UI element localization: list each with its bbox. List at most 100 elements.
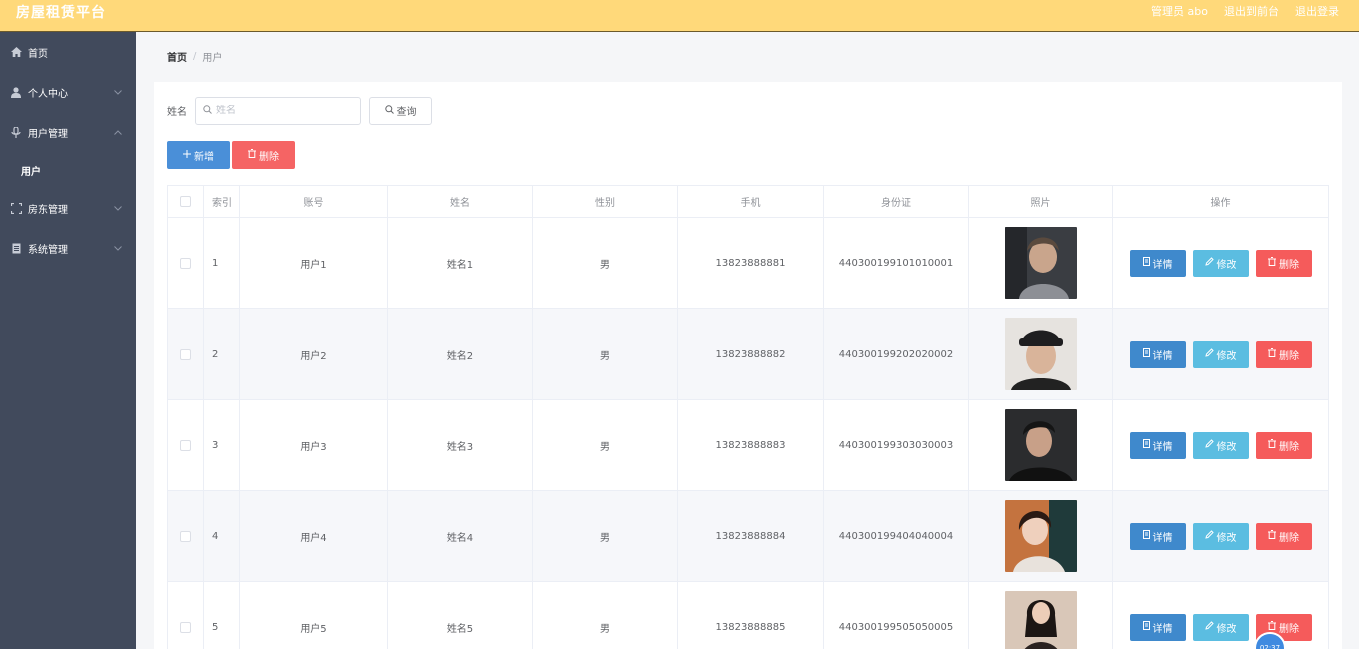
user-photo[interactable] xyxy=(1004,591,1077,649)
action-row: 新增 删除 xyxy=(167,141,295,169)
pencil-icon xyxy=(1204,621,1214,633)
search-icon xyxy=(203,104,212,117)
cell-account: 用户5 xyxy=(240,582,388,649)
document-icon xyxy=(1142,621,1150,633)
cell-sex: 男 xyxy=(533,309,678,399)
sidebar-item-home[interactable]: 首页 xyxy=(0,32,136,72)
edit-button[interactable]: 修改 xyxy=(1192,249,1249,277)
sidebar: 首页 个人中心 用户管理 用户 房东管理 系统管理 xyxy=(0,32,136,649)
edit-button[interactable]: 修改 xyxy=(1192,613,1249,641)
row-checkbox[interactable] xyxy=(180,257,191,269)
cell-account: 用户3 xyxy=(240,400,388,490)
row-checkbox[interactable] xyxy=(180,621,191,633)
cell-idcard: 440300199404040004 xyxy=(824,491,969,581)
detail-button[interactable]: 详情 xyxy=(1129,249,1186,277)
column-header-name: 姓名 xyxy=(388,186,533,217)
detail-button-label: 详情 xyxy=(1152,259,1173,271)
cell-name: 姓名4 xyxy=(388,491,533,581)
detail-button[interactable]: 详情 xyxy=(1129,613,1186,641)
batch-delete-button-label: 删除 xyxy=(259,151,279,163)
search-label: 姓名 xyxy=(167,107,187,118)
breadcrumb: 首页 / 用户 xyxy=(154,40,1359,72)
cell-name: 姓名5 xyxy=(388,582,533,649)
mic-icon xyxy=(10,126,22,138)
sidebar-item-label: 系统管理 xyxy=(28,244,68,256)
table-row: 3 用户3 姓名3 男 13823888883 4403001993030300… xyxy=(168,400,1328,491)
breadcrumb-home[interactable]: 首页 xyxy=(167,49,187,64)
detail-button-label: 详情 xyxy=(1152,623,1173,635)
user-photo[interactable] xyxy=(1004,227,1077,299)
cell-phone: 13823888885 xyxy=(678,582,824,649)
sidebar-item-personal-center[interactable]: 个人中心 xyxy=(0,72,136,112)
cell-index: 4 xyxy=(204,491,240,581)
add-button[interactable]: 新增 xyxy=(167,141,230,169)
table-row: 1 用户1 姓名1 男 13823888881 4403001991010100… xyxy=(168,218,1328,309)
query-button[interactable]: 查询 xyxy=(369,96,432,125)
trash-icon xyxy=(1268,439,1276,451)
edit-button[interactable]: 修改 xyxy=(1192,431,1249,459)
chevron-down-icon xyxy=(114,203,122,214)
table-row: 5 用户5 姓名5 男 13823888885 4403001995050500… xyxy=(168,582,1328,649)
cell-idcard: 440300199303030003 xyxy=(824,400,969,490)
search-field[interactable] xyxy=(195,96,361,125)
document-icon xyxy=(1142,257,1150,269)
delete-button-label: 删除 xyxy=(1279,259,1299,271)
column-header-sex: 性别 xyxy=(533,186,678,217)
trash-icon xyxy=(1268,348,1276,360)
user-photo[interactable] xyxy=(1004,318,1077,390)
search-icon xyxy=(384,104,394,117)
logout-link[interactable]: 退出登录 xyxy=(1295,3,1339,19)
row-checkbox[interactable] xyxy=(180,348,191,360)
edit-button-label: 修改 xyxy=(1216,623,1237,635)
edit-button-label: 修改 xyxy=(1216,259,1237,271)
trash-icon xyxy=(248,149,256,161)
edit-button[interactable]: 修改 xyxy=(1192,340,1249,368)
delete-button[interactable]: 删除 xyxy=(1255,431,1312,459)
cell-account: 用户2 xyxy=(240,309,388,399)
document-icon xyxy=(10,242,22,254)
top-bar: 房屋租赁平台 管理员 abo 退出到前台 退出登录 xyxy=(0,0,1359,32)
detail-button-label: 详情 xyxy=(1152,441,1173,453)
sidebar-item-user-management[interactable]: 用户管理 xyxy=(0,112,136,152)
pencil-icon xyxy=(1204,348,1214,360)
back-to-front-link[interactable]: 退出到前台 xyxy=(1224,3,1279,19)
column-header-idcard: 身份证 xyxy=(824,186,969,217)
batch-delete-button[interactable]: 删除 xyxy=(232,141,295,169)
cell-name: 姓名1 xyxy=(388,218,533,308)
cell-idcard: 440300199505050005 xyxy=(824,582,969,649)
detail-button[interactable]: 详情 xyxy=(1129,340,1186,368)
sidebar-item-label: 用户管理 xyxy=(28,128,68,140)
search-row: 姓名 查询 xyxy=(167,96,432,125)
cell-idcard: 440300199101010001 xyxy=(824,218,969,308)
row-checkbox[interactable] xyxy=(180,439,191,451)
cell-sex: 男 xyxy=(533,491,678,581)
top-right-menu: 管理员 abo 退出到前台 退出登录 xyxy=(1151,3,1339,19)
chevron-up-icon xyxy=(114,127,122,138)
edit-button-label: 修改 xyxy=(1216,532,1237,544)
detail-button[interactable]: 详情 xyxy=(1129,522,1186,550)
column-header-account: 账号 xyxy=(240,186,388,217)
document-icon xyxy=(1142,348,1150,360)
user-photo[interactable] xyxy=(1004,500,1077,572)
delete-button-label: 删除 xyxy=(1279,441,1299,453)
cell-sex: 男 xyxy=(533,218,678,308)
delete-button[interactable]: 删除 xyxy=(1255,340,1312,368)
sidebar-subitem-users[interactable]: 用户 xyxy=(0,152,136,188)
detail-button[interactable]: 详情 xyxy=(1129,431,1186,459)
cell-sex: 男 xyxy=(533,400,678,490)
select-all-checkbox[interactable] xyxy=(180,196,191,207)
cell-phone: 13823888884 xyxy=(678,491,824,581)
cell-account: 用户4 xyxy=(240,491,388,581)
edit-button[interactable]: 修改 xyxy=(1192,522,1249,550)
sidebar-item-landlord-management[interactable]: 房东管理 xyxy=(0,188,136,228)
detail-button-label: 详情 xyxy=(1152,532,1173,544)
trash-icon xyxy=(1268,257,1276,269)
delete-button[interactable]: 删除 xyxy=(1255,522,1312,550)
column-header-photo: 照片 xyxy=(969,186,1113,217)
admin-label: 管理员 abo xyxy=(1151,5,1208,18)
delete-button[interactable]: 删除 xyxy=(1255,249,1312,277)
sidebar-item-system-management[interactable]: 系统管理 xyxy=(0,228,136,268)
row-checkbox[interactable] xyxy=(180,530,191,542)
search-input[interactable] xyxy=(216,105,346,116)
user-photo[interactable] xyxy=(1004,409,1077,481)
